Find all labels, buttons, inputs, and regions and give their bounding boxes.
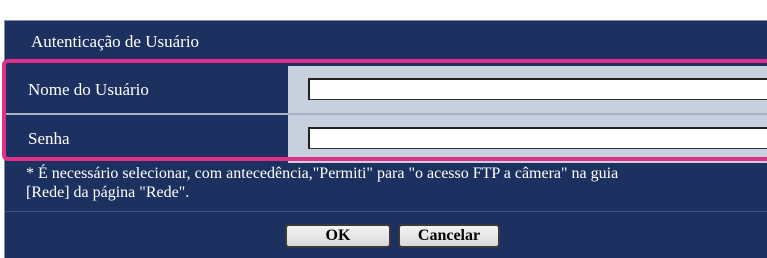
- username-label: Nome do Usuário: [28, 80, 149, 99]
- section-title: Autenticação de Usuário: [31, 32, 200, 51]
- note-line-1: * É necessário selecionar, com antecedên…: [26, 165, 619, 182]
- note-line-2: [Rede] da página "Rede".: [26, 184, 190, 201]
- username-label-cell: Nome do Usuário: [5, 66, 286, 114]
- cancel-button[interactable]: Cancelar: [398, 224, 500, 248]
- password-input[interactable]: [308, 127, 767, 149]
- username-input[interactable]: [308, 78, 767, 100]
- settings-page: Autenticação de Usuário Nome do Usuário …: [0, 0, 767, 258]
- password-label-cell: Senha: [5, 115, 286, 163]
- password-label: Senha: [28, 129, 70, 148]
- ftp-note: * É necessário selecionar, com antecedên…: [26, 164, 767, 202]
- username-row: Nome do Usuário: [5, 66, 767, 114]
- section-header: Autenticação de Usuário: [5, 21, 767, 62]
- password-row: Senha: [5, 115, 767, 163]
- ok-button[interactable]: OK: [285, 224, 391, 248]
- username-input-cell: [288, 66, 767, 114]
- password-input-cell: [288, 115, 767, 163]
